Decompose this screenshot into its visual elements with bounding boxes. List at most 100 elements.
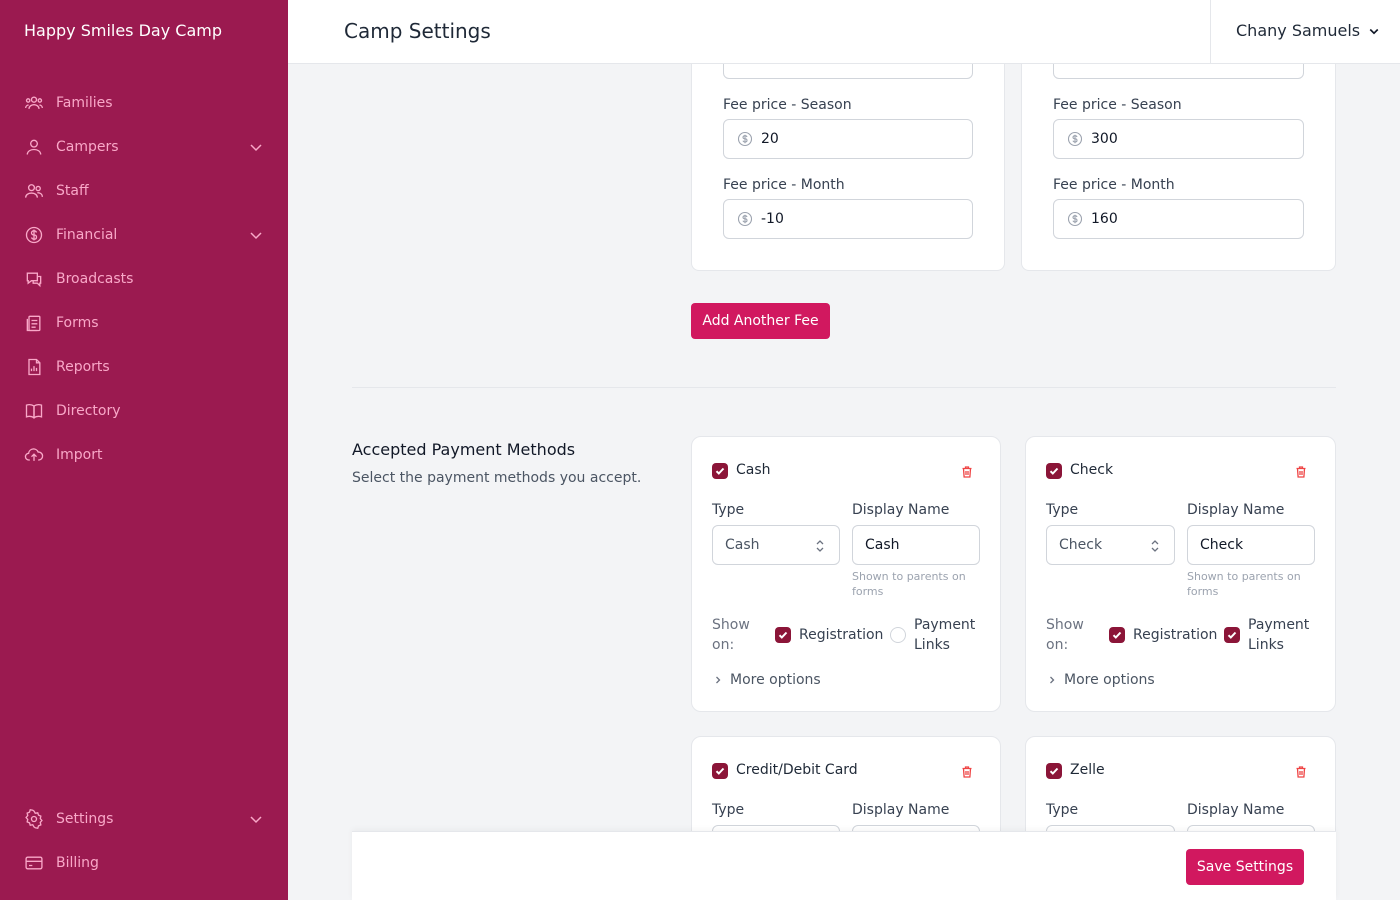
display-name-input[interactable]: Cash <box>852 525 980 565</box>
dollar-icon <box>1067 131 1083 147</box>
sidebar-item-directory[interactable]: Directory <box>0 391 288 431</box>
sidebar-item-label: Import <box>56 447 103 463</box>
dollar-icon <box>1067 211 1083 227</box>
sidebar-item-label: Reports <box>56 359 110 375</box>
more-options-toggle[interactable]: More options <box>1048 672 1155 688</box>
display-name-label: Display Name <box>1187 502 1285 518</box>
sidebar-item-broadcasts[interactable]: Broadcasts <box>0 259 288 299</box>
forms-icon <box>24 313 44 333</box>
show-on-label: Show on: <box>1046 617 1084 653</box>
payment-links-label: Payment Links <box>1248 617 1310 653</box>
fee-month-input[interactable]: 160 <box>1053 199 1304 239</box>
registration-checkbox[interactable] <box>775 627 791 643</box>
fee-season-value: 300 <box>1091 131 1118 147</box>
sidebar-item-billing[interactable]: Billing <box>0 843 288 883</box>
camper-icon <box>24 137 44 157</box>
more-options-label: More options <box>730 672 821 688</box>
display-name-label: Display Name <box>852 802 950 818</box>
section-divider <box>352 387 1336 388</box>
fee-season-input[interactable]: 20 <box>723 119 973 159</box>
more-options-toggle[interactable]: More options <box>714 672 821 688</box>
sort-icon <box>1151 540 1159 552</box>
type-select[interactable]: Check <box>1046 525 1175 565</box>
fee-month-value: 160 <box>1091 211 1118 227</box>
fee-month-input[interactable]: -10 <box>723 199 973 239</box>
sidebar-item-staff[interactable]: Staff <box>0 171 288 211</box>
sidebar-item-label: Staff <box>56 183 89 199</box>
staff-icon <box>24 181 44 201</box>
payment-links-checkbox[interactable] <box>890 627 906 643</box>
type-label: Type <box>712 502 745 518</box>
trash-icon[interactable] <box>960 765 974 779</box>
user-name: Chany Samuels <box>1236 21 1361 40</box>
payment-method-card: Check Type Check Display Name Check Show… <box>1025 436 1336 712</box>
type-select[interactable]: Cash <box>712 525 840 565</box>
display-name-value: Cash <box>865 537 900 553</box>
payment-links-checkbox[interactable] <box>1224 627 1240 643</box>
sidebar-item-import[interactable]: Import <box>0 435 288 475</box>
display-name-label: Display Name <box>1187 802 1285 818</box>
enable-checkbox[interactable] <box>712 763 728 779</box>
registration-label: Registration <box>799 627 884 643</box>
chevron-right-icon <box>716 676 721 684</box>
page-title: Camp Settings <box>344 19 491 43</box>
payment-method-name: Check <box>1070 462 1114 478</box>
add-fee-button[interactable]: Add Another Fee <box>691 303 830 339</box>
sidebar-item-label: Campers <box>56 139 119 155</box>
sidebar-item-forms[interactable]: Forms <box>0 303 288 343</box>
registration-checkbox[interactable] <box>1109 627 1125 643</box>
chevron-down-icon <box>1369 28 1379 34</box>
fee-season-label: Fee price - Season <box>723 97 852 113</box>
sidebar-item-families[interactable]: Families <box>0 83 288 123</box>
enable-checkbox[interactable] <box>712 463 728 479</box>
chevron-right-icon <box>1050 676 1055 684</box>
sidebar-item-label: Settings <box>56 811 114 827</box>
save-settings-button[interactable]: Save Settings <box>1186 849 1304 885</box>
section-title: Accepted Payment Methods <box>352 440 576 459</box>
fee-season-label: Fee price - Season <box>1053 97 1182 113</box>
credit-card-icon <box>24 853 44 873</box>
display-name-hint: Shown to parents on forms <box>1187 570 1301 598</box>
enable-checkbox[interactable] <box>1046 763 1062 779</box>
chevron-down-icon <box>250 816 262 824</box>
type-label: Type <box>1046 502 1079 518</box>
fee-month-label: Fee price - Month <box>723 177 845 193</box>
upload-cloud-icon <box>24 445 44 465</box>
display-name-label: Display Name <box>852 502 950 518</box>
trash-icon[interactable] <box>1294 765 1308 779</box>
fee-season-input[interactable]: 300 <box>1053 119 1304 159</box>
payment-links-label: Payment Links <box>914 617 976 653</box>
fee-month-value: -10 <box>761 211 784 227</box>
type-value: Cash <box>725 537 760 553</box>
chevron-down-icon <box>250 144 262 152</box>
dollar-icon <box>737 211 753 227</box>
sort-icon <box>816 540 824 552</box>
sidebar-item-settings[interactable]: Settings <box>0 799 288 839</box>
header-divider <box>1210 0 1211 64</box>
fee-month-label: Fee price - Month <box>1053 177 1175 193</box>
sidebar-item-campers[interactable]: Campers <box>0 127 288 167</box>
sidebar-item-label: Billing <box>56 855 99 871</box>
registration-label: Registration <box>1133 627 1218 643</box>
more-options-label: More options <box>1064 672 1155 688</box>
sidebar-item-label: Families <box>56 95 113 111</box>
top-header: Camp Settings Chany Samuels <box>288 0 1400 64</box>
sidebar-item-label: Financial <box>56 227 118 243</box>
user-menu[interactable]: Chany Samuels <box>1236 21 1380 40</box>
chat-icon <box>24 269 44 289</box>
sidebar-item-label: Broadcasts <box>56 271 134 287</box>
enable-checkbox[interactable] <box>1046 463 1062 479</box>
display-name-value: Check <box>1200 537 1244 553</box>
trash-icon[interactable] <box>1294 465 1308 479</box>
type-value: Check <box>1059 537 1103 553</box>
display-name-hint: Shown to parents on forms <box>852 570 966 598</box>
trash-icon[interactable] <box>960 465 974 479</box>
sidebar-item-reports[interactable]: Reports <box>0 347 288 387</box>
book-icon <box>24 401 44 421</box>
dollar-icon <box>24 225 44 245</box>
type-label: Type <box>1046 802 1079 818</box>
families-icon <box>24 93 44 113</box>
sidebar-item-financial[interactable]: Financial <box>0 215 288 255</box>
display-name-input[interactable]: Check <box>1187 525 1315 565</box>
payment-method-card: Cash Type Cash Display Name Cash Shown t… <box>691 436 1001 712</box>
